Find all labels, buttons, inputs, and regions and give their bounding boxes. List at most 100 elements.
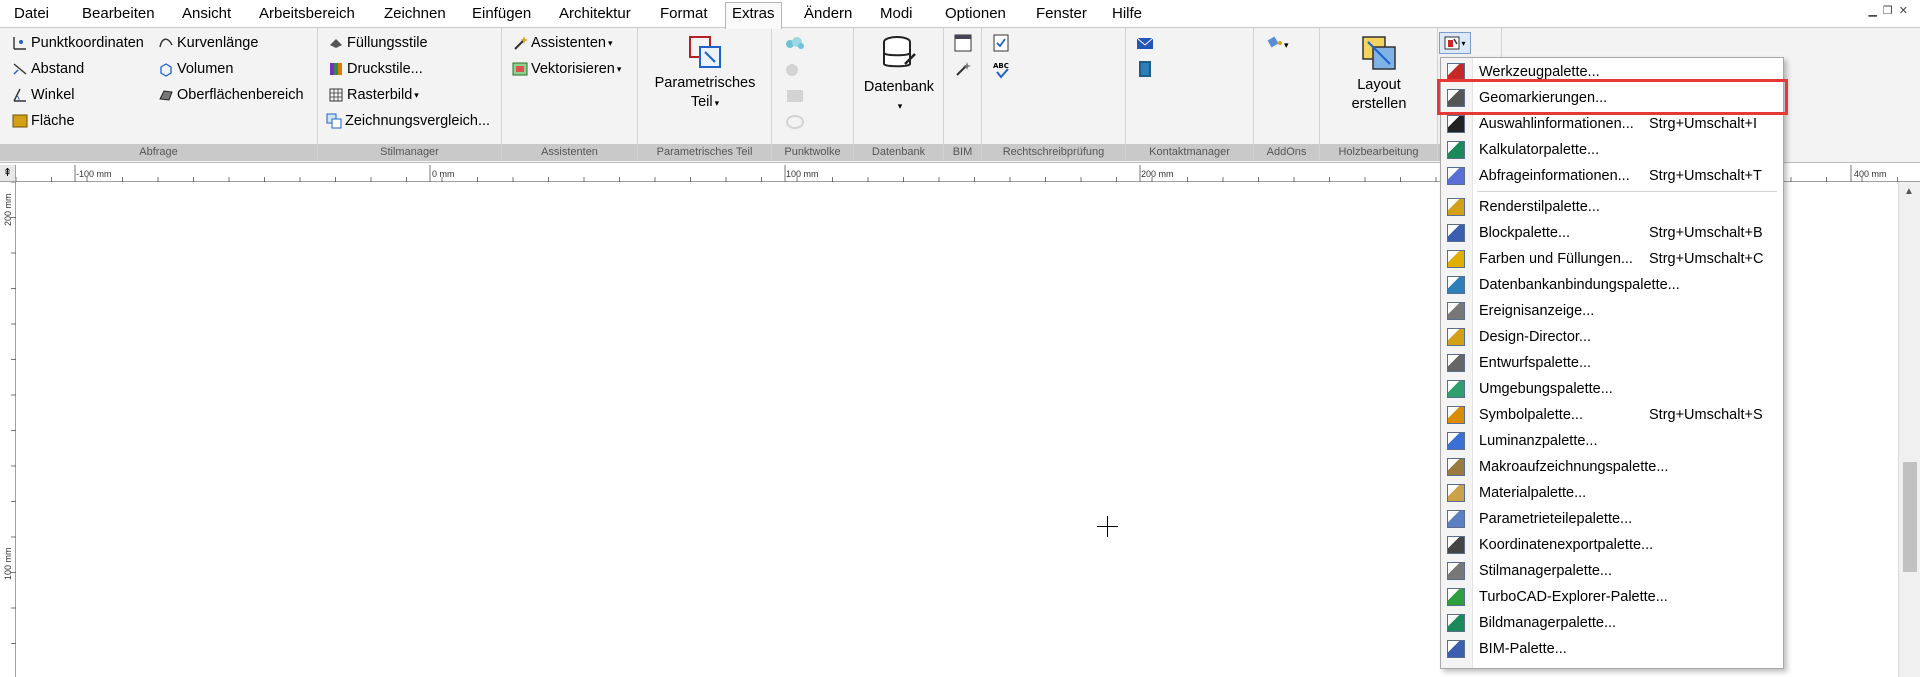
- menu-aendern[interactable]: Ändern: [798, 3, 858, 27]
- dropdown-item-label: BIM-Palette...: [1479, 641, 1567, 657]
- group-kontaktmanager: Kontaktmanager: [1126, 28, 1254, 161]
- style-manager-icon: [1447, 562, 1465, 580]
- dropdown-item-geotag[interactable]: Geomarkierungen...: [1441, 85, 1783, 111]
- dropdown-item-bim[interactable]: BIM-Palette...: [1441, 636, 1783, 662]
- dropdown-item-coord-export[interactable]: Koordinatenexportpalette...: [1441, 532, 1783, 558]
- mail-icon[interactable]: [1136, 34, 1154, 52]
- layout-erstellen-button[interactable]: Layout erstellen: [1326, 34, 1432, 114]
- bim-wand-icon[interactable]: [954, 60, 972, 78]
- rasterbild-button[interactable]: Rasterbild ▾: [328, 84, 419, 106]
- dropdown-item-image-manager[interactable]: Bildmanagerpalette...: [1441, 610, 1783, 636]
- fill-styles-icon: [330, 39, 342, 48]
- dropdown-item-query[interactable]: Abfrageinformationen... Strg+Umschalt+T: [1441, 163, 1783, 189]
- close-icon[interactable]: ✕: [1899, 5, 1914, 17]
- dropdown-item-event[interactable]: Ereignisanzeige...: [1441, 298, 1783, 324]
- abstand-button[interactable]: Abstand: [12, 58, 84, 80]
- coord-export-icon: [1447, 536, 1465, 554]
- parametrisches-teil-button[interactable]: Parametrisches Teil ▾: [646, 34, 764, 113]
- parametric-icon: [1447, 510, 1465, 528]
- group-label-parametrisches-teil: Parametrisches Teil: [638, 144, 771, 161]
- palettes-dropdown-button[interactable]: ▾: [1439, 32, 1471, 54]
- dropdown-item-label: Makroaufzeichnungspalette...: [1479, 459, 1669, 475]
- dropdown-item-explorer[interactable]: TurboCAD-Explorer-Palette...: [1441, 584, 1783, 610]
- datenbank-button[interactable]: Datenbank ▾: [860, 34, 938, 116]
- dropdown-item-selection[interactable]: Auswahlinformationen... Strg+Umschalt+I: [1441, 111, 1783, 137]
- dropdown-item-environment[interactable]: Umgebungspalette...: [1441, 376, 1783, 402]
- dropdown-item-parametric[interactable]: Parametrieteilepalette...: [1441, 506, 1783, 532]
- dropdown-item-symbol[interactable]: Symbolpalette... Strg+Umschalt+S: [1441, 402, 1783, 428]
- fuellungsstile-button[interactable]: Füllungsstile: [328, 32, 428, 54]
- menu-zeichnen[interactable]: Zeichnen: [378, 3, 452, 27]
- parametrisches-teil-label-2: Teil: [690, 94, 713, 110]
- ruler-origin-icon[interactable]: ⇞: [0, 165, 16, 182]
- colors-icon: [1447, 250, 1465, 268]
- addon-satellite-icon[interactable]: ▾: [1266, 34, 1292, 52]
- menu-optionen[interactable]: Optionen: [939, 3, 1012, 27]
- dropdown-item-luminance[interactable]: Luminanzpalette...: [1441, 428, 1783, 454]
- menu-ansicht[interactable]: Ansicht: [176, 3, 237, 27]
- menu-bearbeiten[interactable]: Bearbeiten: [76, 3, 161, 27]
- vectorize-icon: [512, 62, 528, 76]
- scrollbar-thumb[interactable]: [1903, 462, 1917, 572]
- scroll-up-icon[interactable]: ▲: [1904, 186, 1914, 197]
- druckstile-button[interactable]: Druckstile...: [328, 58, 423, 80]
- curve-length-icon: [159, 38, 173, 48]
- menu-datei[interactable]: Datei: [8, 3, 55, 27]
- winkel-button[interactable]: Winkel: [12, 84, 75, 106]
- selection-icon: [1447, 115, 1465, 133]
- menu-fenster[interactable]: Fenster: [1030, 3, 1093, 27]
- punktkoordinaten-button[interactable]: Punktkoordinaten: [12, 32, 144, 54]
- window-controls[interactable]: ▁❐✕: [1868, 4, 1914, 17]
- menu-extras[interactable]: Extras: [725, 2, 782, 29]
- bim-window-icon[interactable]: [954, 34, 972, 52]
- dropdown-item-draft[interactable]: Entwurfspalette...: [1441, 350, 1783, 376]
- dropdown-item-style-manager[interactable]: Stilmanagerpalette...: [1441, 558, 1783, 584]
- menu-format[interactable]: Format: [654, 3, 714, 27]
- chevron-down-icon: ▾: [414, 90, 419, 100]
- angle-icon: [13, 88, 26, 102]
- dropdown-item-calculator[interactable]: Kalkulatorpalette...: [1441, 137, 1783, 163]
- menu-hilfe[interactable]: Hilfe: [1106, 3, 1148, 27]
- spell-check-sheet-icon[interactable]: [992, 34, 1010, 52]
- oberflaechenbereich-button[interactable]: Oberflächenbereich: [158, 84, 304, 106]
- point-cloud-tool-icon[interactable]: [784, 60, 806, 80]
- zeichnungsvergleich-button[interactable]: Zeichnungsvergleich...: [326, 110, 490, 132]
- dropdown-item-label: Entwurfspalette...: [1479, 355, 1592, 371]
- address-book-icon[interactable]: [1136, 60, 1154, 78]
- dropdown-item-macro[interactable]: Makroaufzeichnungspalette...: [1441, 454, 1783, 480]
- minimize-icon[interactable]: ▁: [1868, 5, 1882, 17]
- symbol-icon: [1447, 406, 1465, 424]
- spell-check-abc-icon[interactable]: ABC: [992, 60, 1012, 80]
- volumen-button[interactable]: Volumen: [158, 58, 233, 80]
- dropdown-item-db-link[interactable]: Datenbankanbindungspalette...: [1441, 272, 1783, 298]
- dropdown-item-label: Ereignisanzeige...: [1479, 303, 1595, 319]
- dropdown-item-block[interactable]: Blockpalette... Strg+Umschalt+B: [1441, 220, 1783, 246]
- vektorisieren-button[interactable]: Vektorisieren ▾: [512, 58, 621, 80]
- restore-icon[interactable]: ❐: [1883, 5, 1899, 17]
- dropdown-item-shortcut: Strg+Umschalt+I: [1649, 116, 1757, 132]
- chevron-down-icon: ▾: [616, 64, 622, 74]
- point-cloud-settings-icon[interactable]: [784, 86, 806, 106]
- kurvenlaenge-button[interactable]: Kurvenlänge: [158, 32, 258, 54]
- group-label-assistenten: Assistenten: [502, 144, 637, 161]
- menu-arbeitsbereich[interactable]: Arbeitsbereich: [253, 3, 361, 27]
- menu-architektur[interactable]: Architektur: [553, 3, 637, 27]
- chevron-down-icon: ▾: [607, 38, 613, 48]
- flaeche-button[interactable]: Fläche: [12, 110, 75, 132]
- dropdown-item-colors[interactable]: Farben und Füllungen... Strg+Umschalt+C: [1441, 246, 1783, 272]
- assistenten-button[interactable]: Assistenten ▾: [512, 32, 613, 54]
- vertical-scrollbar[interactable]: ▲: [1898, 182, 1920, 677]
- dropdown-item-toolbox[interactable]: Werkzeugpalette...: [1441, 59, 1783, 85]
- design-icon: [1447, 328, 1465, 346]
- menu-einfuegen[interactable]: Einfügen: [466, 3, 537, 27]
- point-cloud-view-icon[interactable]: [784, 112, 806, 132]
- menu-modi[interactable]: Modi: [874, 3, 919, 27]
- dropdown-item-design[interactable]: Design-Director...: [1441, 324, 1783, 350]
- explorer-icon: [1447, 588, 1465, 606]
- render-icon: [1447, 198, 1465, 216]
- dropdown-item-label: TurboCAD-Explorer-Palette...: [1479, 589, 1668, 605]
- dropdown-item-material[interactable]: Materialpalette...: [1441, 480, 1783, 506]
- assistenten-label: Assistenten: [531, 35, 606, 51]
- point-cloud-import-icon[interactable]: [784, 34, 806, 54]
- dropdown-item-render[interactable]: Renderstilpalette...: [1441, 194, 1783, 220]
